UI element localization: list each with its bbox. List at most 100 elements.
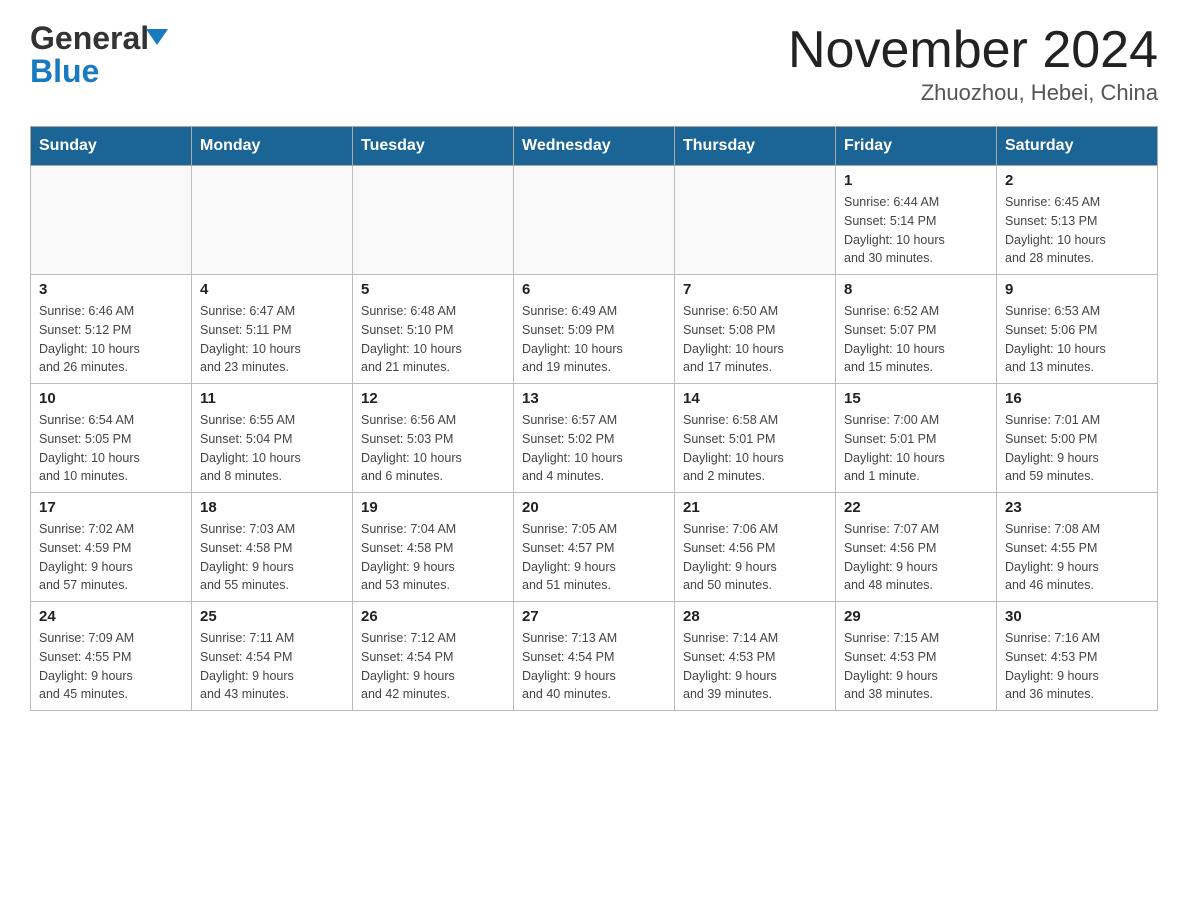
- day-info: Sunrise: 6:52 AM Sunset: 5:07 PM Dayligh…: [844, 302, 988, 377]
- day-number: 17: [39, 499, 183, 516]
- calendar-cell: 21 Sunrise: 7:06 AM Sunset: 4:56 PM Dayli…: [675, 493, 836, 602]
- day-number: 4: [200, 281, 344, 298]
- day-info: Sunrise: 6:49 AM Sunset: 5:09 PM Dayligh…: [522, 302, 666, 377]
- day-info: Sunrise: 7:15 AM Sunset: 4:53 PM Dayligh…: [844, 629, 988, 704]
- calendar-cell: 1 Sunrise: 6:44 AM Sunset: 5:14 PM Daylig…: [836, 166, 997, 275]
- week-row-4: 17 Sunrise: 7:02 AM Sunset: 4:59 PM Dayli…: [31, 493, 1158, 602]
- day-number: 8: [844, 281, 988, 298]
- day-info: Sunrise: 6:56 AM Sunset: 5:03 PM Dayligh…: [361, 411, 505, 486]
- weekday-header-friday: Friday: [836, 127, 997, 166]
- calendar-title-block: November 2024 Zhuozhou, Hebei, China: [788, 20, 1158, 106]
- day-number: 10: [39, 390, 183, 407]
- day-number: 20: [522, 499, 666, 516]
- day-number: 5: [361, 281, 505, 298]
- day-info: Sunrise: 6:45 AM Sunset: 5:13 PM Dayligh…: [1005, 193, 1149, 268]
- day-info: Sunrise: 7:02 AM Sunset: 4:59 PM Dayligh…: [39, 520, 183, 595]
- page-header: General Blue November 2024 Zhuozhou, Heb…: [30, 20, 1158, 106]
- day-number: 11: [200, 390, 344, 407]
- week-row-3: 10 Sunrise: 6:54 AM Sunset: 5:05 PM Dayli…: [31, 384, 1158, 493]
- day-info: Sunrise: 6:53 AM Sunset: 5:06 PM Dayligh…: [1005, 302, 1149, 377]
- calendar-cell: 25 Sunrise: 7:11 AM Sunset: 4:54 PM Dayli…: [192, 602, 353, 711]
- calendar-cell: 18 Sunrise: 7:03 AM Sunset: 4:58 PM Dayli…: [192, 493, 353, 602]
- calendar-title: November 2024: [788, 20, 1158, 80]
- calendar-cell: 28Sunrise: 7:14 AM Sunset: 4:53 PM Dayli…: [675, 602, 836, 711]
- calendar-cell: 5 Sunrise: 6:48 AM Sunset: 5:10 PM Daylig…: [353, 275, 514, 384]
- calendar-cell: 13Sunrise: 6:57 AM Sunset: 5:02 PM Dayli…: [514, 384, 675, 493]
- day-number: 19: [361, 499, 505, 516]
- day-info: Sunrise: 6:54 AM Sunset: 5:05 PM Dayligh…: [39, 411, 183, 486]
- calendar-cell: 10 Sunrise: 6:54 AM Sunset: 5:05 PM Dayli…: [31, 384, 192, 493]
- day-info: Sunrise: 7:11 AM Sunset: 4:54 PM Dayligh…: [200, 629, 344, 704]
- calendar-cell: 17 Sunrise: 7:02 AM Sunset: 4:59 PM Dayli…: [31, 493, 192, 602]
- day-number: 6: [522, 281, 666, 298]
- day-info: Sunrise: 7:00 AM Sunset: 5:01 PM Dayligh…: [844, 411, 988, 486]
- week-row-5: 24Sunrise: 7:09 AM Sunset: 4:55 PM Dayli…: [31, 602, 1158, 711]
- day-number: 1: [844, 172, 988, 189]
- day-number: 14: [683, 390, 827, 407]
- day-number: 22: [844, 499, 988, 516]
- day-info: Sunrise: 6:50 AM Sunset: 5:08 PM Dayligh…: [683, 302, 827, 377]
- calendar-cell: 3 Sunrise: 6:46 AM Sunset: 5:12 PM Daylig…: [31, 275, 192, 384]
- calendar-cell: [192, 166, 353, 275]
- weekday-header-row: SundayMondayTuesdayWednesdayThursdayFrid…: [31, 127, 1158, 166]
- calendar-cell: 19 Sunrise: 7:04 AM Sunset: 4:58 PM Dayli…: [353, 493, 514, 602]
- day-info: Sunrise: 7:01 AM Sunset: 5:00 PM Dayligh…: [1005, 411, 1149, 486]
- calendar-cell: 24Sunrise: 7:09 AM Sunset: 4:55 PM Dayli…: [31, 602, 192, 711]
- day-number: 28: [683, 608, 827, 625]
- weekday-header-thursday: Thursday: [675, 127, 836, 166]
- day-number: 3: [39, 281, 183, 298]
- day-info: Sunrise: 7:13 AM Sunset: 4:54 PM Dayligh…: [522, 629, 666, 704]
- day-info: Sunrise: 7:03 AM Sunset: 4:58 PM Dayligh…: [200, 520, 344, 595]
- weekday-header-wednesday: Wednesday: [514, 127, 675, 166]
- day-number: 18: [200, 499, 344, 516]
- day-number: 16: [1005, 390, 1149, 407]
- calendar-cell: 12 Sunrise: 6:56 AM Sunset: 5:03 PM Dayli…: [353, 384, 514, 493]
- calendar-table: SundayMondayTuesdayWednesdayThursdayFrid…: [30, 126, 1158, 711]
- calendar-cell: 30 Sunrise: 7:16 AM Sunset: 4:53 PM Dayli…: [997, 602, 1158, 711]
- day-info: Sunrise: 6:55 AM Sunset: 5:04 PM Dayligh…: [200, 411, 344, 486]
- logo-blue-text: Blue: [30, 53, 99, 90]
- day-number: 30: [1005, 608, 1149, 625]
- day-number: 12: [361, 390, 505, 407]
- calendar-cell: 4 Sunrise: 6:47 AM Sunset: 5:11 PM Daylig…: [192, 275, 353, 384]
- calendar-cell: 16 Sunrise: 7:01 AM Sunset: 5:00 PM Dayli…: [997, 384, 1158, 493]
- week-row-1: 1 Sunrise: 6:44 AM Sunset: 5:14 PM Daylig…: [31, 166, 1158, 275]
- day-number: 26: [361, 608, 505, 625]
- day-info: Sunrise: 6:46 AM Sunset: 5:12 PM Dayligh…: [39, 302, 183, 377]
- weekday-header-monday: Monday: [192, 127, 353, 166]
- logo-chevron-icon: [146, 29, 168, 45]
- calendar-cell: 20Sunrise: 7:05 AM Sunset: 4:57 PM Dayli…: [514, 493, 675, 602]
- day-number: 29: [844, 608, 988, 625]
- day-info: Sunrise: 7:16 AM Sunset: 4:53 PM Dayligh…: [1005, 629, 1149, 704]
- day-info: Sunrise: 6:44 AM Sunset: 5:14 PM Dayligh…: [844, 193, 988, 268]
- week-row-2: 3 Sunrise: 6:46 AM Sunset: 5:12 PM Daylig…: [31, 275, 1158, 384]
- day-info: Sunrise: 6:47 AM Sunset: 5:11 PM Dayligh…: [200, 302, 344, 377]
- calendar-cell: 9 Sunrise: 6:53 AM Sunset: 5:06 PM Daylig…: [997, 275, 1158, 384]
- day-number: 23: [1005, 499, 1149, 516]
- day-info: Sunrise: 7:06 AM Sunset: 4:56 PM Dayligh…: [683, 520, 827, 595]
- calendar-cell: 7 Sunrise: 6:50 AM Sunset: 5:08 PM Daylig…: [675, 275, 836, 384]
- calendar-cell: 22Sunrise: 7:07 AM Sunset: 4:56 PM Dayli…: [836, 493, 997, 602]
- calendar-cell: 23Sunrise: 7:08 AM Sunset: 4:55 PM Dayli…: [997, 493, 1158, 602]
- calendar-cell: [353, 166, 514, 275]
- calendar-cell: 26 Sunrise: 7:12 AM Sunset: 4:54 PM Dayli…: [353, 602, 514, 711]
- weekday-header-tuesday: Tuesday: [353, 127, 514, 166]
- calendar-cell: 11 Sunrise: 6:55 AM Sunset: 5:04 PM Dayli…: [192, 384, 353, 493]
- calendar-cell: 15 Sunrise: 7:00 AM Sunset: 5:01 PM Dayli…: [836, 384, 997, 493]
- day-number: 13: [522, 390, 666, 407]
- day-number: 15: [844, 390, 988, 407]
- day-info: Sunrise: 6:48 AM Sunset: 5:10 PM Dayligh…: [361, 302, 505, 377]
- day-number: 7: [683, 281, 827, 298]
- day-number: 25: [200, 608, 344, 625]
- day-info: Sunrise: 7:12 AM Sunset: 4:54 PM Dayligh…: [361, 629, 505, 704]
- calendar-subtitle: Zhuozhou, Hebei, China: [788, 80, 1158, 106]
- calendar-cell: 8 Sunrise: 6:52 AM Sunset: 5:07 PM Daylig…: [836, 275, 997, 384]
- day-info: Sunrise: 7:09 AM Sunset: 4:55 PM Dayligh…: [39, 629, 183, 704]
- weekday-header-saturday: Saturday: [997, 127, 1158, 166]
- calendar-cell: 27Sunrise: 7:13 AM Sunset: 4:54 PM Dayli…: [514, 602, 675, 711]
- day-number: 2: [1005, 172, 1149, 189]
- day-number: 9: [1005, 281, 1149, 298]
- day-info: Sunrise: 7:04 AM Sunset: 4:58 PM Dayligh…: [361, 520, 505, 595]
- day-number: 21: [683, 499, 827, 516]
- calendar-cell: 6 Sunrise: 6:49 AM Sunset: 5:09 PM Daylig…: [514, 275, 675, 384]
